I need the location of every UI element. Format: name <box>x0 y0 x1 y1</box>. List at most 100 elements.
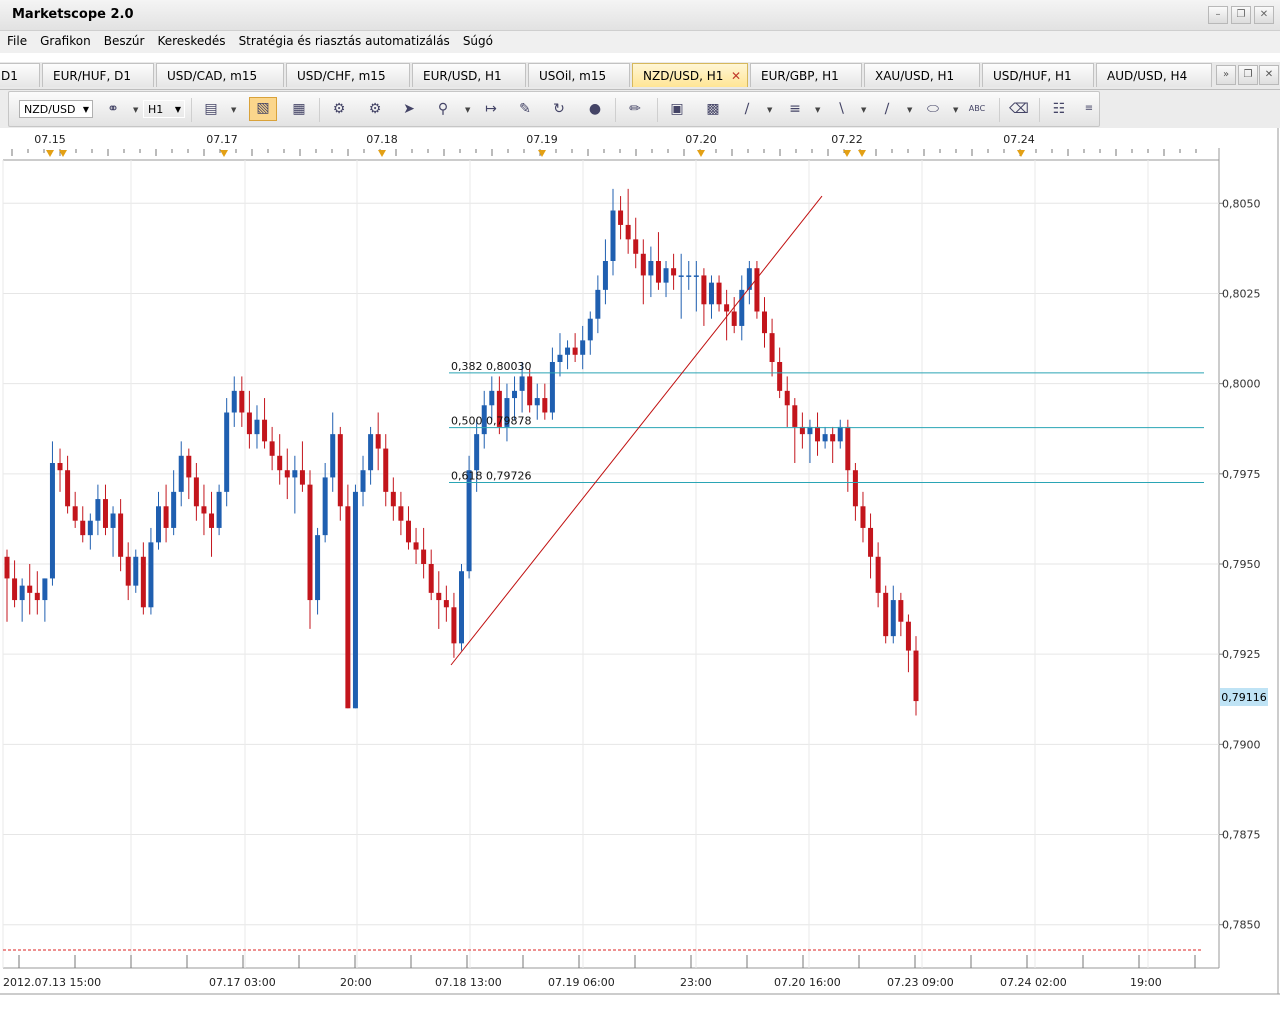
time-tick-label: 2012.07.13 15:00 <box>3 976 101 989</box>
candle-body <box>822 434 828 442</box>
top-date-label: 07.18 <box>366 133 398 146</box>
candle-body <box>512 390 518 399</box>
candle-body <box>663 268 669 283</box>
candle-body <box>459 571 464 644</box>
candle-body <box>428 564 434 593</box>
candle-body <box>905 621 911 651</box>
candle-body <box>549 362 555 413</box>
price-chart[interactable]: 07.15 07.17 07.18 07.19 07.20 07.22 07.24 0,80… <box>0 0 1280 1024</box>
candle-body <box>436 592 442 601</box>
candle-body <box>746 268 752 290</box>
candle-body <box>383 448 389 492</box>
candle-body <box>716 282 722 305</box>
fib-level-label: 0,618 0,79726 <box>451 469 531 482</box>
candle-body <box>845 426 851 471</box>
time-tick-label: 07.17 03:00 <box>209 976 276 989</box>
top-date-label: 07.17 <box>206 133 238 146</box>
candle-body <box>890 600 896 637</box>
candle-body <box>413 542 419 550</box>
time-tick-label: 07.24 02:00 <box>1000 976 1067 989</box>
candle-body <box>451 607 457 644</box>
candle-body <box>42 578 48 601</box>
chart-background <box>0 128 1280 994</box>
price-tick-label: 0,7875 <box>1222 829 1261 842</box>
candle-body <box>65 470 71 507</box>
top-date-label: 07.15 <box>34 133 66 146</box>
candle-body <box>610 210 616 261</box>
price-tick-label: 0,7850 <box>1222 919 1261 932</box>
price-tick-label: 0,8000 <box>1222 378 1261 391</box>
candle-body <box>769 333 775 362</box>
candle-body <box>231 390 237 413</box>
price-tick-label: 0,7925 <box>1222 648 1261 661</box>
candle-body <box>883 592 889 637</box>
candle-body <box>95 499 101 521</box>
candle-body <box>701 275 707 305</box>
candle-body <box>125 556 131 586</box>
candle-body <box>519 376 525 391</box>
candle-body <box>868 527 874 557</box>
fib-level-label: 0,382 0,80030 <box>451 360 531 373</box>
candle-body <box>671 268 677 276</box>
candle-body <box>754 268 760 312</box>
candle-body <box>292 470 298 478</box>
candle-body <box>443 600 449 608</box>
price-tick-label: 0,7950 <box>1222 558 1261 571</box>
top-date-label: 07.24 <box>1003 133 1035 146</box>
candle-body <box>156 506 161 543</box>
candle-body <box>731 311 737 326</box>
candle-body <box>625 224 631 240</box>
candle-body <box>534 398 540 406</box>
candle-body <box>777 362 783 391</box>
candle-body <box>322 477 328 536</box>
candle-body <box>171 491 177 528</box>
candle-body <box>595 289 601 319</box>
current-price-tag: 0,79116 <box>1220 688 1268 706</box>
candle-body <box>224 412 230 492</box>
candle-body <box>390 491 396 507</box>
candle-body <box>87 520 93 536</box>
candle-body <box>246 412 252 435</box>
candle-body <box>542 398 548 413</box>
candle-body <box>815 426 821 442</box>
candle-body <box>19 585 25 601</box>
candle-body <box>34 592 40 601</box>
candle-body <box>262 419 268 442</box>
candle-body <box>140 556 146 608</box>
top-date-label: 07.19 <box>526 133 558 146</box>
candle-body <box>360 470 366 492</box>
candle-body <box>421 549 427 564</box>
candle-body <box>792 405 798 427</box>
current-price-label: 0,79116 <box>1221 691 1267 704</box>
price-tick-label: 0,7975 <box>1222 468 1261 481</box>
candle-body <box>565 347 571 355</box>
candle-body <box>830 434 836 442</box>
candle-body <box>254 419 260 435</box>
candle-body <box>557 354 563 362</box>
candle-body <box>110 513 116 528</box>
candle-body <box>587 318 593 341</box>
time-tick-label: 07.20 16:00 <box>774 976 841 989</box>
top-date-label: 07.22 <box>831 133 863 146</box>
candle-body <box>269 441 275 456</box>
candle-body <box>405 520 411 543</box>
candle-body <box>337 434 343 507</box>
candle-body <box>284 470 290 478</box>
candle-body <box>27 585 33 593</box>
candle-body <box>762 311 767 334</box>
time-tick-label: 07.23 09:00 <box>887 976 954 989</box>
candle-body <box>57 463 63 471</box>
candle-body <box>102 499 108 528</box>
candle-body <box>330 434 336 478</box>
candle-body <box>708 282 714 305</box>
candle-body <box>163 506 169 528</box>
candle-body <box>693 275 699 277</box>
time-tick-label: 07.19 06:00 <box>548 976 615 989</box>
candle-body <box>12 578 18 601</box>
price-tick-label: 0,8025 <box>1222 287 1261 300</box>
candle-body <box>602 261 608 290</box>
price-tick-label: 0,7900 <box>1222 738 1261 751</box>
candle-body <box>49 463 55 579</box>
candle-body <box>72 506 78 521</box>
candle-body <box>178 455 184 492</box>
